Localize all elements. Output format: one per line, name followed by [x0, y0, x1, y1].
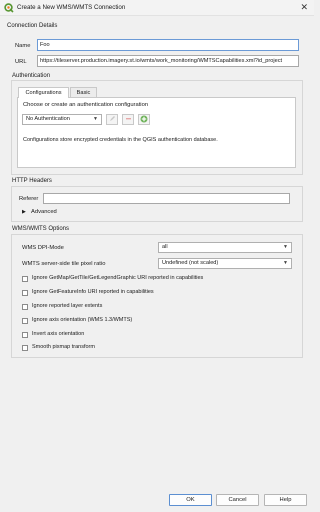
tile-ratio-select[interactable]: Undefined (not scaled) ▼	[158, 258, 292, 269]
checkbox-box[interactable]	[22, 276, 28, 282]
url-label: URL	[15, 59, 27, 65]
window-title: Create a New WMS/WMTS Connection	[17, 4, 126, 11]
wms-options-title: WMS/WMTS Options	[12, 226, 70, 232]
add-icon	[140, 115, 148, 123]
edit-config-button[interactable]	[106, 114, 118, 125]
auth-config-selected: No Authentication	[26, 116, 70, 122]
checkbox-box[interactable]	[22, 304, 28, 310]
http-headers-group	[11, 186, 303, 222]
qgis-logo-icon	[4, 3, 14, 13]
connection-details-title: Connection Details	[7, 23, 58, 29]
help-button[interactable]: Help	[264, 494, 307, 506]
name-label: Name	[15, 43, 31, 49]
ok-button[interactable]: OK	[169, 494, 212, 506]
remove-config-button[interactable]	[122, 114, 134, 125]
checkbox-label: Invert axis orientation	[32, 331, 85, 337]
dpi-mode-label: WMS DPI-Mode	[22, 245, 64, 251]
authentication-title: Authentication	[12, 73, 51, 79]
checkbox-label: Ignore axis orientation (WMS 1.3/WMTS)	[32, 317, 133, 323]
referer-field[interactable]	[43, 193, 290, 204]
auth-config-select[interactable]: No Authentication ▼	[22, 114, 102, 125]
chevron-down-icon: ▼	[283, 260, 288, 266]
dpi-mode-select[interactable]: all ▼	[158, 242, 292, 253]
checkbox-box[interactable]	[22, 318, 28, 324]
triangle-right-icon[interactable]: ▶	[22, 209, 26, 215]
checkbox-box[interactable]	[22, 332, 28, 338]
auth-choose-label: Choose or create an authentication confi…	[23, 102, 149, 108]
cancel-button[interactable]: Cancel	[216, 494, 259, 506]
remove-icon	[125, 118, 131, 120]
checkbox-label: Ignore GetFeatureInfo URI reported in ca…	[32, 289, 154, 295]
pencil-icon	[109, 116, 115, 121]
checkbox-box[interactable]	[22, 290, 28, 296]
http-headers-title: HTTP Headers	[12, 178, 52, 184]
name-field[interactable]: Foo	[37, 39, 299, 51]
tile-ratio-selected: Undefined (not scaled)	[162, 260, 219, 266]
url-field[interactable]: https://tileserver.production.imagery.st…	[37, 55, 299, 67]
checkbox-label: Smooth pixmap transform	[32, 344, 95, 350]
chevron-down-icon: ▼	[283, 244, 288, 250]
add-config-button[interactable]	[138, 114, 150, 125]
advanced-toggle[interactable]: Advanced	[31, 209, 57, 215]
title-bar: Create a New WMS/WMTS Connection ✕	[0, 0, 314, 16]
auth-info-text: Configurations store encrypted credentia…	[23, 137, 218, 143]
tile-ratio-label: WMTS server-side tile pixel ratio	[22, 261, 106, 267]
close-icon[interactable]: ✕	[300, 2, 308, 13]
dpi-mode-selected: all	[162, 244, 168, 250]
checkbox-label: Ignore reported layer extents	[32, 303, 103, 309]
referer-label: Referer	[19, 196, 39, 202]
chevron-down-icon: ▼	[93, 116, 98, 122]
checkbox-box[interactable]	[22, 345, 28, 351]
checkbox-label: Ignore GetMap/GetTile/GetLegendGraphic U…	[32, 275, 204, 281]
tab-configurations[interactable]: Configurations	[18, 87, 69, 98]
